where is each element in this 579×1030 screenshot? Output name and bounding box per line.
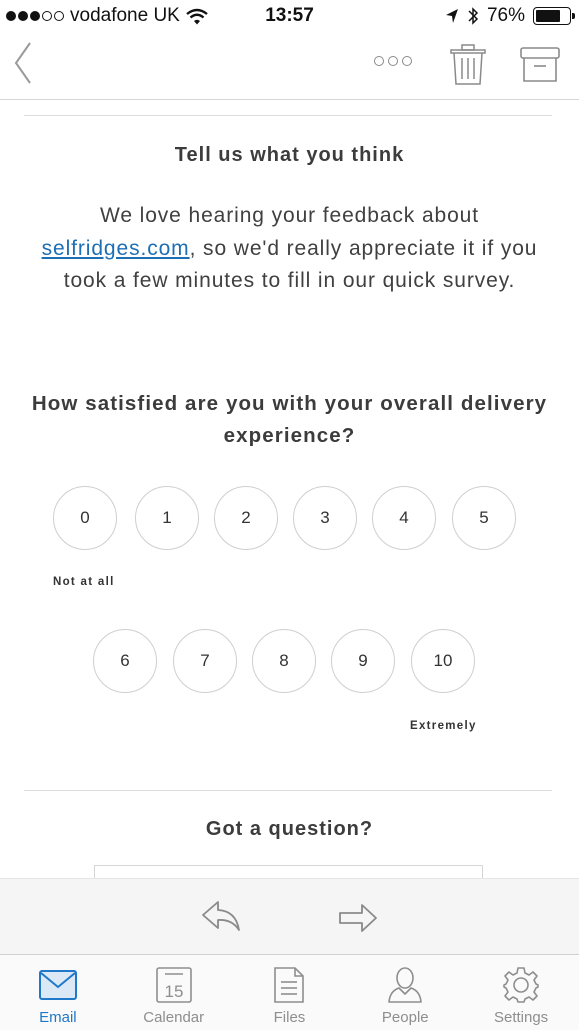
tab-label: Files	[273, 1009, 306, 1026]
tab-label: Settings	[493, 1009, 549, 1026]
rating-9-button[interactable]: 9	[331, 629, 395, 693]
rating-10-button[interactable]: 10	[411, 629, 475, 693]
rating-1-button[interactable]: 1	[135, 486, 199, 550]
divider	[24, 790, 552, 791]
rating-7-button[interactable]: 7	[173, 629, 237, 693]
status-bar: vodafone UK 13:57 76%	[0, 0, 579, 32]
reply-icon[interactable]	[200, 899, 242, 933]
tab-label: Calendar	[143, 1009, 205, 1026]
selfridges-link[interactable]: selfridges.com	[42, 237, 190, 260]
battery-fill	[536, 10, 561, 22]
email-body[interactable]: Tell us what you think We love hearing y…	[0, 100, 579, 878]
tab-email[interactable]: Email	[0, 955, 116, 1030]
bluetooth-icon	[468, 7, 479, 25]
battery-percent: 76%	[486, 5, 525, 26]
forward-icon[interactable]	[338, 903, 378, 933]
divider	[24, 115, 552, 116]
mail-icon	[38, 965, 78, 1005]
tab-label: Email	[39, 1009, 77, 1026]
navigation-bar	[0, 32, 579, 100]
rating-4-button[interactable]: 4	[372, 486, 436, 550]
status-right: 76%	[445, 5, 575, 27]
rating-2-button[interactable]: 2	[214, 486, 278, 550]
satisfaction-question: How satisfied are you with your overall …	[31, 392, 548, 447]
got-a-question-heading: Got a question?	[205, 818, 374, 840]
svg-text:15: 15	[164, 982, 183, 1001]
tab-people[interactable]: People	[347, 955, 463, 1030]
tab-calendar[interactable]: 15 Calendar	[116, 955, 232, 1030]
tab-settings[interactable]: Settings	[463, 955, 579, 1030]
rating-3-button[interactable]: 3	[293, 486, 357, 550]
gear-icon	[501, 965, 541, 1005]
document-icon	[269, 965, 309, 1005]
reply-toolbar	[0, 878, 579, 954]
more-options-icon[interactable]	[374, 56, 412, 66]
location-arrow-icon	[445, 9, 458, 23]
scale-high-label: Extremely	[410, 720, 477, 732]
tab-label: People	[381, 1009, 429, 1026]
calendar-icon: 15	[154, 965, 194, 1005]
person-icon	[385, 965, 425, 1005]
rating-0-button[interactable]: 0	[53, 486, 117, 550]
trash-icon[interactable]	[450, 44, 486, 86]
contact-box	[94, 865, 483, 878]
feedback-heading: Tell us what you think	[174, 144, 405, 166]
rating-8-button[interactable]: 8	[252, 629, 316, 693]
back-chevron-icon[interactable]	[10, 40, 40, 86]
feedback-intro: We love hearing your feedback about self…	[41, 204, 538, 292]
scale-low-label: Not at all	[53, 576, 115, 588]
battery-icon	[533, 7, 575, 25]
archive-icon[interactable]	[519, 46, 561, 84]
tab-bar: Email 15 Calendar Files People Settings	[0, 954, 579, 1030]
rating-5-button[interactable]: 5	[452, 486, 516, 550]
rating-6-button[interactable]: 6	[93, 629, 157, 693]
tab-files[interactable]: Files	[232, 955, 348, 1030]
